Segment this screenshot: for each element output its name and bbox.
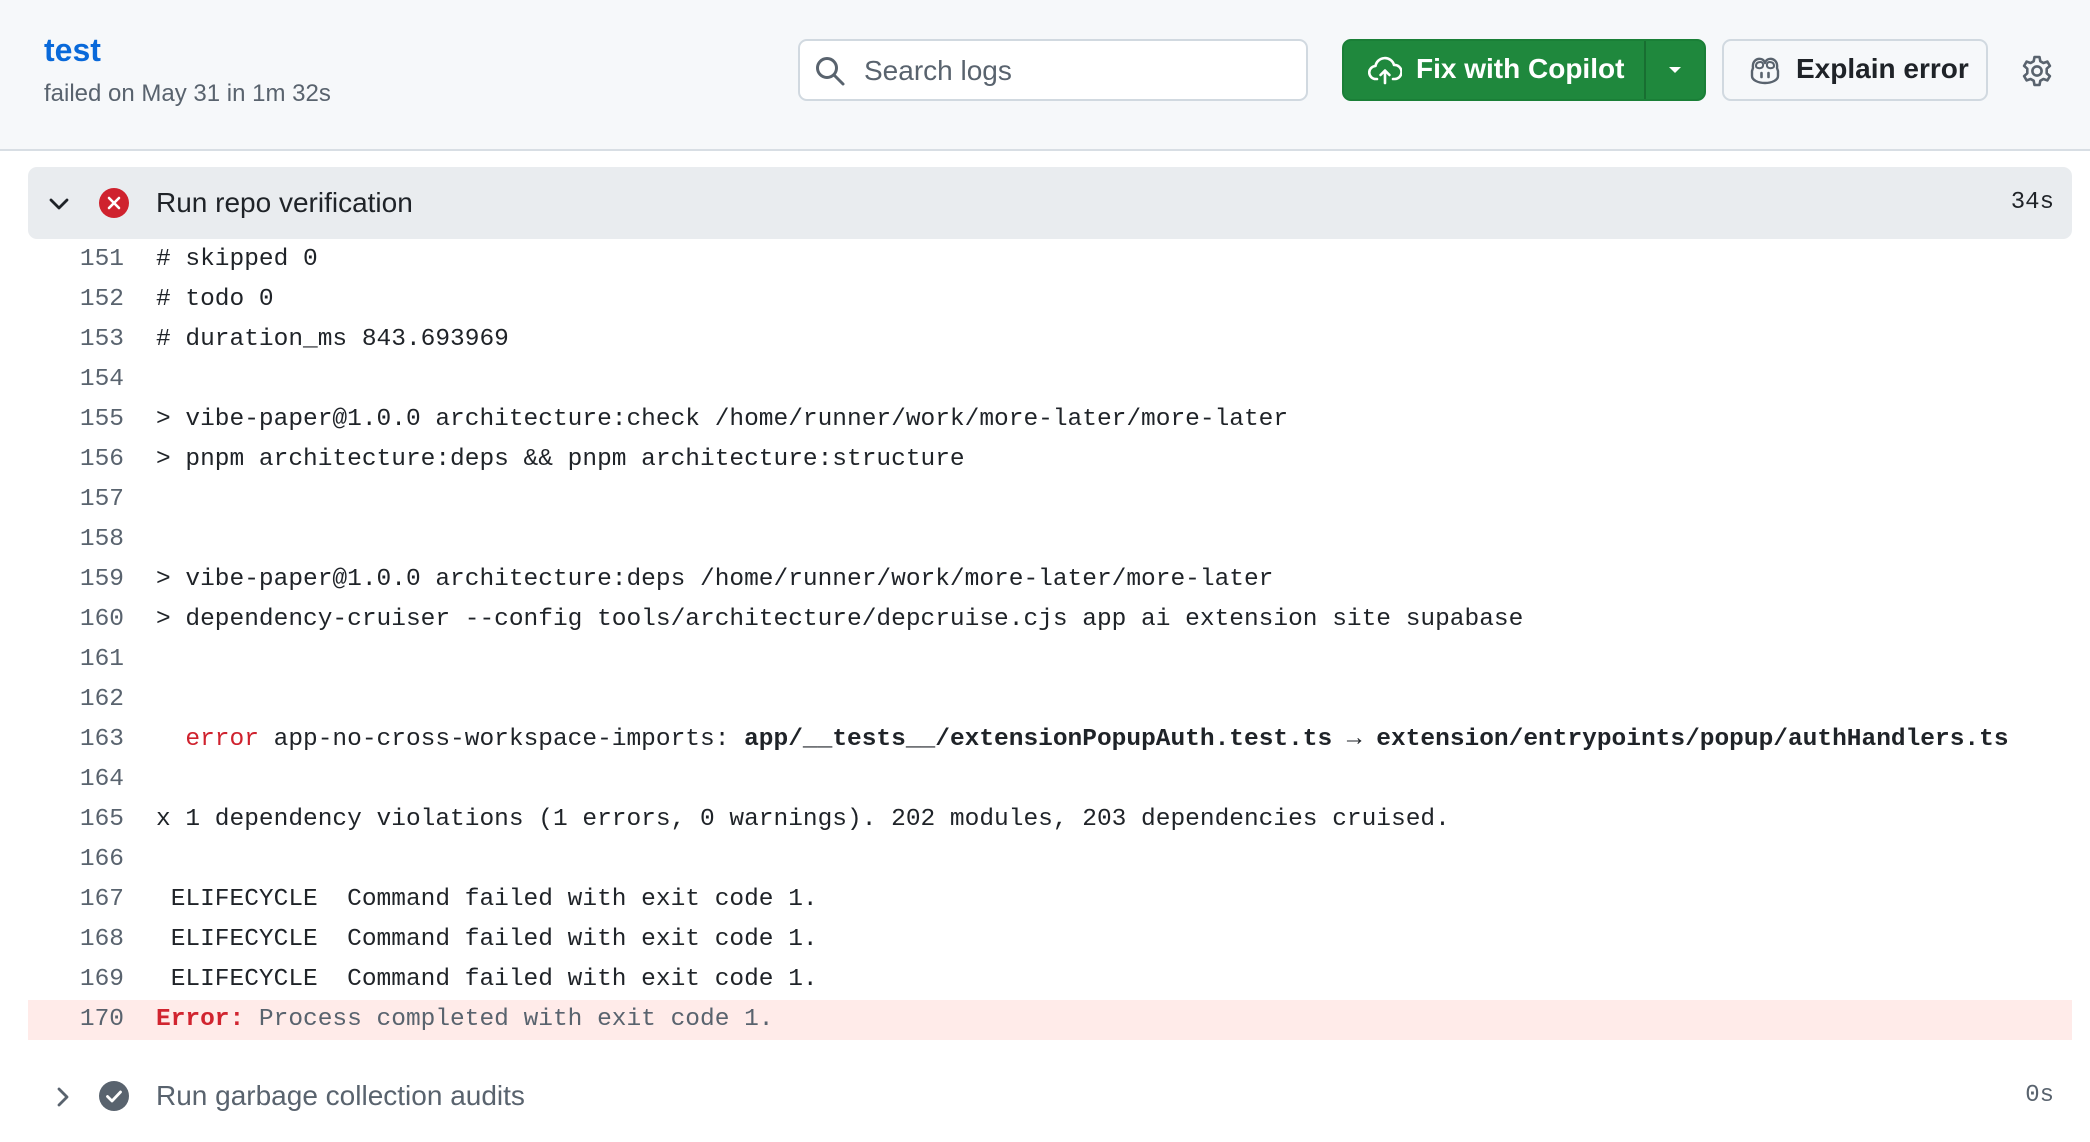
- caret-down-icon: [1669, 67, 1681, 73]
- log-text: > dependency-cruiser --config tools/arch…: [156, 600, 1523, 640]
- log-line: 159 > vibe-paper@1.0.0 architecture:deps …: [28, 560, 2072, 600]
- log-text: Error: Process completed with exit code …: [156, 1000, 774, 1040]
- log-segment: # todo 0: [156, 286, 274, 313]
- log-line: 169 ELIFECYCLE Command failed with exit …: [28, 960, 2072, 1000]
- explain-error-button[interactable]: Explain error: [1722, 39, 1988, 101]
- log-segment: app/__tests__/extensionPopupAuth.test.ts…: [744, 726, 2009, 753]
- log-line: 163 error app-no-cross-workspace-imports…: [28, 720, 2072, 760]
- log-line: 166: [28, 840, 2072, 880]
- line-number[interactable]: 153: [28, 320, 124, 360]
- line-number[interactable]: 154: [28, 360, 124, 400]
- line-number[interactable]: 168: [28, 920, 124, 960]
- log-segment: > dependency-cruiser --config tools/arch…: [156, 606, 1524, 633]
- log-text: # todo 0: [156, 280, 274, 320]
- explain-error-label: Explain error: [1796, 53, 1969, 84]
- log-segment: ELIFECYCLE Command failed with exit code…: [156, 886, 818, 913]
- step-title: Run garbage collection audits: [156, 1080, 525, 1111]
- line-number[interactable]: 160: [28, 600, 124, 640]
- job-header: test failed on May 31 in 1m 32s Fix with…: [0, 0, 2090, 151]
- log-segment: error: [185, 726, 259, 753]
- log-segment: ELIFECYCLE Command failed with exit code…: [156, 926, 818, 953]
- line-number[interactable]: 159: [28, 560, 124, 600]
- line-number[interactable]: 165: [28, 800, 124, 840]
- line-number[interactable]: 167: [28, 880, 124, 920]
- fix-with-copilot-button-group: Fix with Copilot: [1342, 39, 1706, 101]
- log-line: 168 ELIFECYCLE Command failed with exit …: [28, 920, 2072, 960]
- gear-icon[interactable]: [2020, 54, 2054, 88]
- log-segment: > vibe-paper@1.0.0 architecture:deps /ho…: [156, 566, 1274, 593]
- log-line: 155 > vibe-paper@1.0.0 architecture:check…: [28, 400, 2072, 440]
- log-text: > vibe-paper@1.0.0 architecture:deps /ho…: [156, 560, 1273, 600]
- log-segment: [156, 726, 185, 753]
- check-circle-icon: [99, 1081, 129, 1111]
- line-number[interactable]: 166: [28, 840, 124, 880]
- fix-with-copilot-button[interactable]: Fix with Copilot: [1344, 41, 1644, 99]
- step-duration: 34s: [2010, 189, 2054, 216]
- chevron-right-icon: [57, 1087, 69, 1107]
- error-x-circle-icon: [99, 188, 129, 218]
- log-line: 153 # duration_ms 843.693969: [28, 320, 2072, 360]
- log-segment: # duration_ms 843.693969: [156, 326, 509, 353]
- log-segment: # skipped 0: [156, 246, 318, 273]
- step-run-repo-verification[interactable]: Run repo verification 34s: [28, 167, 2072, 239]
- line-number[interactable]: 158: [28, 520, 124, 560]
- line-number[interactable]: 162: [28, 680, 124, 720]
- fix-options-dropdown-button[interactable]: [1646, 41, 1704, 99]
- line-number[interactable]: 163: [28, 720, 124, 760]
- step-duration: 0s: [2025, 1082, 2054, 1109]
- line-number[interactable]: 155: [28, 400, 124, 440]
- log-output: 151 # skipped 0 152 # todo 0 153 # duration_m…: [28, 240, 2072, 1040]
- log-line: 165 x 1 dependency violations (1 errors, …: [28, 800, 2072, 840]
- search-icon: [816, 57, 845, 86]
- log-text: > vibe-paper@1.0.0 architecture:check /h…: [156, 400, 1288, 440]
- log-text: # duration_ms 843.693969: [156, 320, 509, 360]
- log-segment: ELIFECYCLE Command failed with exit code…: [156, 966, 818, 993]
- line-number[interactable]: 152: [28, 280, 124, 320]
- log-text: ELIFECYCLE Command failed with exit code…: [156, 920, 818, 960]
- log-text: x 1 dependency violations (1 errors, 0 w…: [156, 800, 1450, 840]
- line-number[interactable]: 164: [28, 760, 124, 800]
- step-run-garbage-collection-audits[interactable]: Run garbage collection audits 0s: [28, 1060, 2072, 1132]
- line-number[interactable]: 156: [28, 440, 124, 480]
- line-number[interactable]: 161: [28, 640, 124, 680]
- log-line: 167 ELIFECYCLE Command failed with exit …: [28, 880, 2072, 920]
- log-line: 164: [28, 760, 2072, 800]
- log-line: 161: [28, 640, 2072, 680]
- log-segment: > pnpm architecture:deps && pnpm archite…: [156, 446, 965, 473]
- fix-with-copilot-label: Fix with Copilot: [1416, 53, 1625, 84]
- log-line: 162: [28, 680, 2072, 720]
- chevron-down-icon: [49, 198, 69, 210]
- log-text: ELIFECYCLE Command failed with exit code…: [156, 880, 818, 920]
- log-text: # skipped 0: [156, 240, 318, 280]
- job-title-link[interactable]: test: [44, 32, 101, 69]
- log-line: 152 # todo 0: [28, 280, 2072, 320]
- log-line: 160 > dependency-cruiser --config tools/a…: [28, 600, 2072, 640]
- log-line: 158: [28, 520, 2072, 560]
- log-segment: x 1 dependency violations (1 errors, 0 w…: [156, 806, 1450, 833]
- log-segment: Process completed with exit code 1.: [244, 1006, 774, 1033]
- search-logs-input[interactable]: [864, 51, 1284, 91]
- log-segment: > vibe-paper@1.0.0 architecture:check /h…: [156, 406, 1289, 433]
- copilot-icon: [1750, 57, 1780, 85]
- log-text: > pnpm architecture:deps && pnpm archite…: [156, 440, 965, 480]
- log-segment: app-no-cross-workspace-imports:: [258, 726, 745, 753]
- step-title: Run repo verification: [156, 187, 413, 218]
- line-number[interactable]: 169: [28, 960, 124, 1000]
- line-number[interactable]: 170: [28, 1000, 124, 1040]
- log-line-error: 170 Error: Process completed with exit co…: [28, 1000, 2072, 1040]
- log-line: 157: [28, 480, 2072, 520]
- line-number[interactable]: 151: [28, 240, 124, 280]
- log-text: ELIFECYCLE Command failed with exit code…: [156, 960, 818, 1000]
- log-line: 151 # skipped 0: [28, 240, 2072, 280]
- log-line: 156 > pnpm architecture:deps && pnpm arch…: [28, 440, 2072, 480]
- search-logs-box[interactable]: [798, 39, 1308, 101]
- cloud-upload-icon: [1368, 56, 1402, 85]
- job-status-text: failed on May 31 in 1m 32s: [44, 80, 331, 107]
- log-text: error app-no-cross-workspace-imports: ap…: [156, 720, 2009, 760]
- log-segment: Error:: [156, 1006, 245, 1033]
- line-number[interactable]: 157: [28, 480, 124, 520]
- log-line: 154: [28, 360, 2072, 400]
